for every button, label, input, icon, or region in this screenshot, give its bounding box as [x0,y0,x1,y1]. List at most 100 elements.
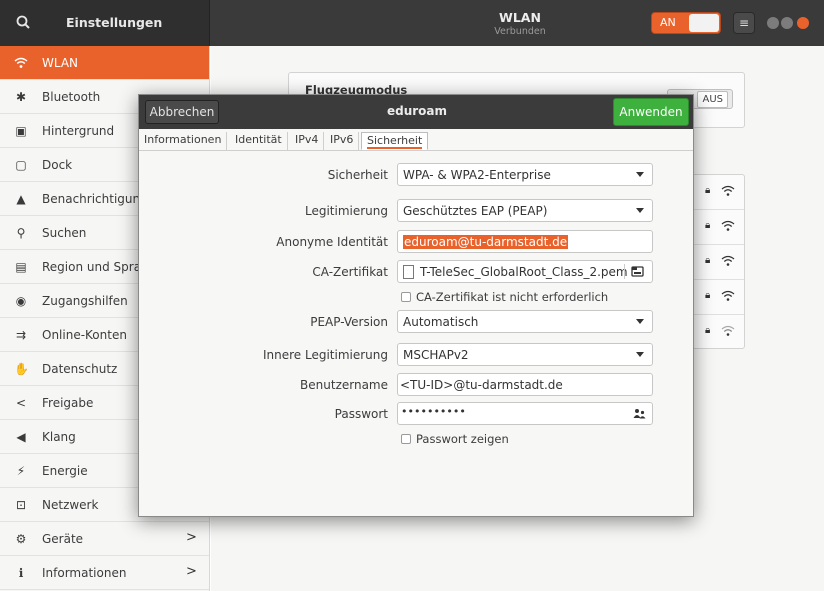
wifi-signal-icon [721,185,735,196]
sidebar-item-label: Klang [42,430,76,444]
sidebar-item-geraete[interactable]: ⚙ Geräte > [0,522,209,556]
sidebar-item-wlan[interactable]: WLAN [0,46,209,80]
tab-label: Identität [235,133,282,146]
tab-ipv4[interactable]: IPv4 [290,132,325,150]
lock-icon: 🔒︎ [705,325,711,336]
dropdown-arrow-icon [636,319,644,324]
ca-cert-not-required-checkbox[interactable]: CA-Zertifikat ist nicht erforderlich [401,290,608,304]
bell-icon: ▲ [16,192,26,206]
chevron-right-icon: > [186,530,197,545]
lock-icon: 🔒︎ [705,290,711,301]
minimize-button[interactable] [767,17,779,29]
wifi-toggle[interactable]: AN [651,12,721,34]
inner-auth-value: MSCHAPv2 [403,348,469,362]
sidebar-item-label: Energie [42,464,88,478]
tab-sicherheit[interactable]: Sicherheit [361,132,429,150]
panel-title: WLAN [499,10,541,25]
dropdown-arrow-icon [636,352,644,357]
sidebar-item-label: Geräte [42,532,84,546]
info-icon: ℹ [18,566,24,580]
sidebar-item-label: Datenschutz [42,362,118,376]
security-value: WPA- & WPA2-Enterprise [403,168,551,182]
anon-identity-label: Anonyme Identität [276,235,388,249]
anon-identity-input[interactable]: eduroam@tu-darmstadt.de [397,230,653,253]
sidebar-header: Einstellungen [0,0,210,46]
sidebar-item-label: Suchen [42,226,87,240]
menu-button[interactable]: ≡ [733,12,755,34]
apply-button[interactable]: Anwenden [613,98,689,126]
sidebar-item-label: Netzwerk [42,498,99,512]
peap-version-select[interactable]: Automatisch [397,310,653,333]
password-label: Passwort [334,407,388,421]
cancel-button[interactable]: Abbrechen [145,100,219,124]
sidebar-item-label: Zugangshilfen [42,294,128,308]
lock-icon: 🔒︎ [705,255,711,266]
tab-label: IPv6 [330,133,354,146]
security-label: Sicherheit [327,168,388,182]
user-options-icon[interactable] [633,408,646,419]
wifi-toggle-label: AN [660,16,676,29]
password-input[interactable]: •••••••••• [397,402,653,425]
dialog-header: Abbrechen eduroam Anwenden [139,95,693,129]
sidebar-item-label: Informationen [42,566,127,580]
password-value: •••••••••• [401,405,466,418]
peap-version-value: Automatisch [403,315,479,329]
sidebar-item-label: Hintergrund [42,124,115,138]
toggle-knob [689,14,719,32]
wifi-icon [14,56,28,70]
sidebar-item-label: WLAN [42,56,79,70]
dropdown-arrow-icon [636,172,644,177]
ca-cert-chooser[interactable]: T-TeleSec_GlobalRoot_Class_2.pem [397,260,653,283]
auth-select[interactable]: Geschütztes EAP (PEAP) [397,199,653,222]
tab-label: Informationen [144,133,222,146]
dropdown-arrow-icon [636,208,644,213]
accessibility-icon: ◉ [15,294,27,308]
tab-informationen[interactable]: Informationen [139,132,228,150]
inner-auth-label: Innere Legitimierung [262,348,388,362]
peap-version-label: PEAP-Version [310,315,388,329]
network-icon: ⊡ [15,498,27,512]
sidebar-item-label: Dock [42,158,73,172]
username-value: <TU-ID>@tu-darmstadt.de [400,378,563,392]
ca-cert-value: T-TeleSec_GlobalRoot_Class_2.pem [420,265,628,279]
security-select[interactable]: WPA- & WPA2-Enterprise [397,163,653,186]
file-icon [403,265,414,279]
search-icon [16,15,30,29]
keyboard-icon: ▤ [15,260,27,274]
hand-icon: ✋ [14,362,29,376]
search-button[interactable] [14,13,34,33]
share-icon: < [15,396,27,410]
tab-label: IPv4 [295,133,319,146]
checkbox-box [401,434,411,444]
ca-cert-label: CA-Zertifikat [312,265,388,279]
search-icon: ⚲ [16,226,26,240]
battery-icon: ⚡ [16,464,26,478]
sidebar-item-informationen[interactable]: ℹ Informationen > [0,556,209,590]
username-label: Benutzername [300,378,388,392]
panel-subtitle: Verbunden [494,26,546,37]
chevron-right-icon: > [186,564,197,579]
tab-label: Sicherheit [367,134,423,149]
show-password-label: Passwort zeigen [416,432,509,446]
lock-icon: 🔒︎ [705,220,711,231]
show-password-checkbox[interactable]: Passwort zeigen [401,432,509,446]
ca-cert-not-required-label: CA-Zertifikat ist nicht erforderlich [416,290,609,304]
app-title: Einstellungen [66,15,163,30]
sidebar-item-label: Online-Konten [42,328,127,342]
auth-value: Geschütztes EAP (PEAP) [403,204,548,218]
anon-identity-value: eduroam@tu-darmstadt.de [403,235,569,249]
close-button[interactable] [797,17,809,29]
sidebar-item-label: Bluetooth [42,90,101,104]
wifi-signal-icon [721,325,735,336]
maximize-button[interactable] [781,17,793,29]
tab-identitaet[interactable]: Identität [230,132,288,150]
checkbox-box [401,292,411,302]
dock-icon: ▢ [15,158,27,172]
username-input[interactable]: <TU-ID>@tu-darmstadt.de [397,373,653,396]
open-folder-icon[interactable] [631,265,644,278]
lock-icon: 🔒︎ [705,185,711,196]
wifi-signal-icon [721,290,735,301]
tab-ipv6[interactable]: IPv6 [325,132,360,150]
monitor-icon: ▣ [15,124,27,138]
inner-auth-select[interactable]: MSCHAPv2 [397,343,653,366]
